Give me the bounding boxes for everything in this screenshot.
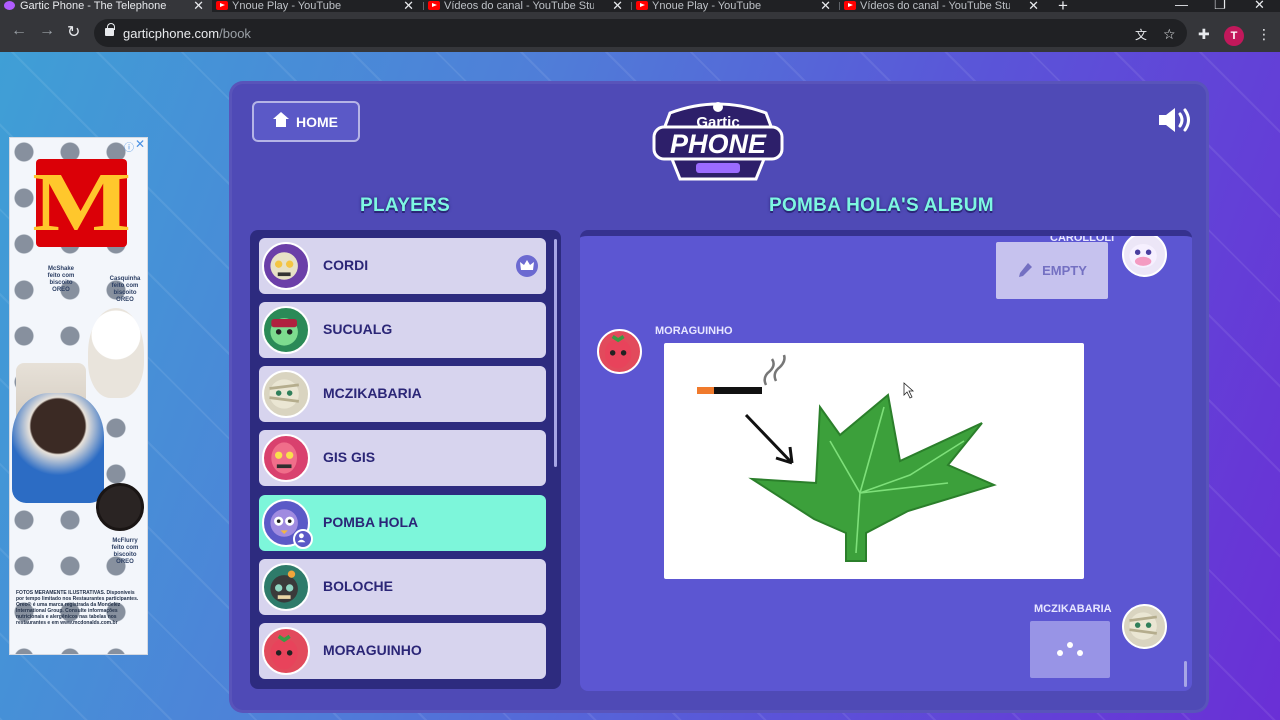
empty-entry: EMPTY [996, 242, 1108, 299]
reload-icon[interactable]: ↻ [67, 22, 80, 42]
avatar [262, 627, 310, 675]
avatar [1122, 604, 1167, 649]
drawing-canvas[interactable] [664, 343, 1084, 579]
player-item-moraguinho[interactable]: MORAGUINHO [259, 623, 546, 679]
album-title: POMBA HOLA'S ALBUM [769, 195, 994, 216]
url-path: /book [219, 26, 251, 41]
address-bar[interactable]: garticphone.com/book [94, 19, 1187, 47]
you-badge-icon [293, 529, 313, 549]
player-name: CORDI [323, 257, 369, 273]
player-name: SUCUALG [323, 321, 393, 337]
loading-icon [1057, 642, 1083, 656]
player-item-gis-gis[interactable]: GIS GIS [259, 430, 546, 486]
avatar [1122, 236, 1167, 277]
translate-icon[interactable]: 文 [1135, 26, 1147, 43]
page: M ⓘ ✕ McShake feito com biscoito OREO Ca… [0, 52, 1280, 720]
mcflurry-image [12, 393, 104, 503]
ad-info-icon[interactable]: ⓘ [124, 139, 134, 154]
empty-label: EMPTY [1042, 263, 1087, 278]
tab-youtube-2[interactable]: Ynoue Play - YouTube ✕ [632, 0, 839, 12]
home-button-label: HOME [296, 113, 338, 130]
advertisement[interactable]: M ⓘ ✕ McShake feito com biscoito OREO Ca… [9, 137, 148, 655]
url-text[interactable]: garticphone.com/book [123, 26, 251, 41]
players-list: CORDI SUCUALG MCZIKABARIA GIS GIS POMBA … [250, 230, 561, 689]
minimize-icon[interactable]: — [1175, 0, 1188, 12]
home-button[interactable]: HOME [252, 101, 360, 142]
home-icon [273, 111, 289, 128]
gartic-phone-logo: Gartic PHONE [652, 102, 784, 181]
tab-title: Vídeos do canal - YouTube Studio [444, 0, 594, 12]
ad-fine-print: FOTOS MERAMENTE ILUSTRATIVAS. Disponívei… [16, 590, 139, 626]
close-icon[interactable]: ✕ [612, 0, 623, 12]
star-icon[interactable]: ☆ [1163, 26, 1176, 43]
loading-entry [1030, 621, 1110, 678]
extensions-icon[interactable]: ✚ [1198, 26, 1210, 43]
player-item-cordi[interactable]: CORDI [259, 238, 546, 294]
player-item-boloche[interactable]: BOLOCHE [259, 559, 546, 615]
browser-tab-strip: Gartic Phone - The Telephone Ga ✕ Ynoue … [0, 0, 1280, 15]
ad-label: McFlurry feito com biscoito OREO [111, 538, 139, 565]
speaker-icon[interactable] [1157, 106, 1193, 134]
youtube-icon [428, 1, 440, 10]
avatar [597, 329, 642, 374]
tab-title: Vídeos do canal - YouTube Studio [860, 0, 1010, 12]
close-icon[interactable]: ✕ [1028, 0, 1039, 12]
ad-close-icon[interactable]: ✕ [135, 138, 145, 151]
ad-label: McShake feito com biscoito OREO [47, 266, 75, 293]
game-panel: HOME Gartic PHONE PLAYERS POMBA HOLA'S A… [229, 81, 1209, 713]
youtube-icon [216, 1, 228, 10]
author-name: MCZIKABARIA [1034, 603, 1112, 615]
album-feed: CAROLLOLI EMPTY MORAGUINHO MCZIKABARIA [580, 230, 1192, 691]
avatar [262, 434, 310, 482]
tab-title: Ynoue Play - YouTube [652, 0, 762, 12]
album-scrollbar[interactable] [1184, 661, 1187, 687]
mcdonalds-logo-icon: M [31, 156, 132, 249]
url-domain: garticphone.com [123, 26, 220, 41]
ice-cream-cone-image [88, 308, 144, 398]
players-title: PLAYERS [360, 195, 451, 216]
oreo-cookie-image [96, 483, 144, 531]
player-name: GIS GIS [323, 449, 376, 465]
lock-icon[interactable] [105, 23, 115, 36]
close-icon[interactable]: ✕ [403, 0, 414, 12]
tab-youtube-studio-1[interactable]: Vídeos do canal - YouTube Studio ✕ [424, 0, 631, 12]
player-item-sucualg[interactable]: SUCUALG [259, 302, 546, 358]
ad-label: Casquinha feito com biscoito OREO [109, 276, 141, 303]
tab-title: Ynoue Play - YouTube [232, 0, 342, 12]
player-name: MORAGUINHO [323, 642, 422, 658]
tab-youtube-1[interactable]: Ynoue Play - YouTube ✕ [212, 0, 422, 12]
avatar [262, 242, 310, 290]
player-name: BOLOCHE [323, 578, 393, 594]
close-icon[interactable]: ✕ [820, 0, 831, 12]
crown-icon [516, 255, 538, 277]
player-name: POMBA HOLA [323, 514, 419, 530]
browser-toolbar: ← → ↻ garticphone.com/book 文 ☆ ✚ T ⋮ [0, 12, 1280, 52]
close-icon[interactable]: ✕ [193, 0, 204, 12]
author-name: MORAGUINHO [655, 325, 733, 337]
back-icon[interactable]: ← [11, 22, 27, 40]
avatar [262, 563, 310, 611]
avatar [262, 370, 310, 418]
tab-youtube-studio-2[interactable]: Vídeos do canal - YouTube Studio ✕ [840, 0, 1047, 12]
forward-icon[interactable]: → [39, 22, 55, 40]
players-scrollbar[interactable] [554, 239, 557, 467]
menu-icon[interactable]: ⋮ [1257, 26, 1271, 43]
tab-title: Gartic Phone - The Telephone Ga [20, 0, 170, 12]
player-name: MCZIKABARIA [323, 385, 422, 401]
tab-gartic-phone[interactable]: Gartic Phone - The Telephone Ga ✕ [0, 0, 212, 12]
avatar[interactable]: T [1224, 26, 1244, 46]
pencil-icon [1019, 262, 1033, 277]
gartic-icon [4, 1, 15, 10]
avatar [262, 306, 310, 354]
youtube-icon [844, 1, 856, 10]
youtube-icon [636, 1, 648, 10]
player-item-mczikabaria[interactable]: MCZIKABARIA [259, 366, 546, 422]
logo-bottom-text: PHONE [670, 129, 767, 159]
player-item-pomba-hola[interactable]: POMBA HOLA [259, 495, 546, 551]
